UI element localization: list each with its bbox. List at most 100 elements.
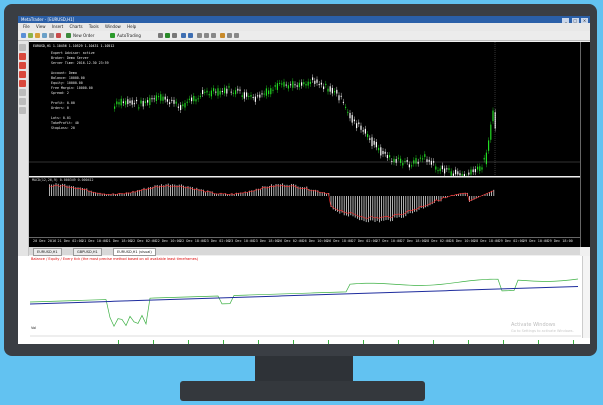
- new-chart-icon[interactable]: [21, 33, 26, 38]
- candle-body: [164, 96, 166, 100]
- line-chart-icon[interactable]: [172, 33, 177, 38]
- candle-body: [338, 95, 340, 101]
- candle-body: [380, 147, 382, 156]
- candle-body: [257, 95, 259, 97]
- templates-icon[interactable]: [234, 33, 239, 38]
- cursor-icon[interactable]: [19, 44, 26, 51]
- candle-body: [175, 101, 177, 104]
- horizontal-line-icon[interactable]: [19, 71, 26, 78]
- candle-body: [272, 89, 274, 91]
- time-tick-label: 28 Dec 18:00: [474, 239, 500, 243]
- new-order-button[interactable]: New Order: [73, 32, 94, 39]
- new-order-icon[interactable]: [66, 33, 71, 38]
- candle-body: [287, 85, 289, 89]
- volume-bar: [468, 340, 469, 344]
- candle-body: [254, 96, 256, 102]
- menu-charts[interactable]: Charts: [70, 24, 83, 29]
- candle-body: [492, 110, 494, 122]
- text-tool-icon[interactable]: [19, 107, 26, 114]
- volume-bar: [538, 340, 539, 344]
- candle-body: [455, 169, 457, 175]
- candle-body: [169, 102, 171, 105]
- candle-body: [382, 150, 384, 155]
- tester-report: Balance / Equity / Every tick (the most …: [18, 256, 590, 344]
- report-scale: [582, 256, 590, 338]
- candle-body: [411, 165, 413, 167]
- tile-windows-icon[interactable]: [197, 33, 202, 38]
- autotrading-button[interactable]: AutoTrading: [117, 32, 141, 39]
- fibonacci-icon[interactable]: [19, 98, 26, 105]
- macd-subwindow[interactable]: MACD(12,26,9) 0.000349 0.000412: [29, 177, 580, 238]
- candle-body: [329, 86, 331, 92]
- candle-body: [325, 83, 327, 86]
- candle-body: [246, 92, 248, 97]
- menu-tools[interactable]: Tools: [89, 24, 99, 29]
- candle-body: [155, 95, 157, 102]
- candle-body: [340, 95, 342, 97]
- zoom-in-icon[interactable]: [181, 33, 186, 38]
- candle-body: [138, 107, 140, 109]
- time-tick-label: 29 Dec 02:00: [498, 239, 524, 243]
- tester-icon[interactable]: [56, 33, 61, 38]
- time-tick-label: 28 Dec 10:00: [449, 239, 475, 243]
- market-watch-icon[interactable]: [35, 33, 40, 38]
- candle-body: [301, 82, 303, 86]
- candle-body: [279, 82, 281, 84]
- candle-body: [448, 168, 450, 170]
- candle-body: [479, 166, 481, 172]
- candle-body: [351, 115, 353, 123]
- candle-body: [265, 88, 267, 96]
- candle-body: [226, 88, 228, 94]
- terminal-icon[interactable]: [49, 33, 54, 38]
- profiles-icon[interactable]: [28, 33, 33, 38]
- menu-file[interactable]: File: [23, 24, 30, 29]
- candle-body: [463, 173, 465, 176]
- candle-body: [395, 159, 397, 163]
- candle-body: [298, 82, 300, 88]
- channel-icon[interactable]: [19, 89, 26, 96]
- tab-visual-test[interactable]: EURUSD,H1 (visual): [113, 248, 156, 256]
- menu-bar: File View Insert Charts Tools Window Hel…: [18, 23, 590, 31]
- tab-chart-2[interactable]: GBPUSD,H1: [73, 248, 102, 256]
- candle-body: [468, 172, 470, 175]
- balance-equity-graph: [29, 278, 581, 344]
- candle-body: [305, 84, 307, 86]
- candle-body: [162, 96, 164, 101]
- vertical-line-icon[interactable]: [19, 62, 26, 69]
- autoscroll-icon[interactable]: [204, 33, 209, 38]
- candle-body: [375, 142, 377, 148]
- menu-help[interactable]: Help: [127, 24, 136, 29]
- autotrading-icon[interactable]: [110, 33, 115, 38]
- candle-body: [188, 98, 190, 100]
- navigator-icon[interactable]: [42, 33, 47, 38]
- candle-body: [384, 151, 386, 154]
- volume-bar: [223, 340, 224, 344]
- crosshair-icon[interactable]: [19, 53, 26, 60]
- candle-body: [151, 98, 153, 100]
- candle-body: [331, 87, 333, 94]
- candle-body: [470, 169, 472, 175]
- bar-chart-icon[interactable]: [158, 33, 163, 38]
- indicators-icon[interactable]: [220, 33, 225, 38]
- candle-body: [195, 99, 197, 102]
- menu-view[interactable]: View: [36, 24, 46, 29]
- candle-body: [217, 88, 219, 96]
- candlestick-icon[interactable]: [165, 33, 170, 38]
- candle-body: [408, 164, 410, 168]
- menu-window[interactable]: Window: [105, 24, 121, 29]
- candle-body: [303, 82, 305, 85]
- price-scale[interactable]: [580, 42, 590, 247]
- periods-icon[interactable]: [227, 33, 232, 38]
- candle-body: [347, 111, 349, 113]
- candle-body: [116, 101, 118, 105]
- candle-body: [166, 99, 168, 102]
- zoom-out-icon[interactable]: [188, 33, 193, 38]
- chart-shift-icon[interactable]: [211, 33, 216, 38]
- trendline-icon[interactable]: [19, 80, 26, 87]
- price-chart[interactable]: EURUSD,H1 1.10456 1.10529 1.10431 1.1051…: [29, 42, 580, 176]
- chart-tabs: EURUSD,H1 GBPUSD,H1 EURUSD,H1 (visual): [29, 247, 580, 256]
- tab-chart-1[interactable]: EURUSD,H1: [33, 248, 62, 256]
- candle-body: [485, 152, 487, 165]
- candle-body: [441, 165, 443, 170]
- menu-insert[interactable]: Insert: [52, 24, 63, 29]
